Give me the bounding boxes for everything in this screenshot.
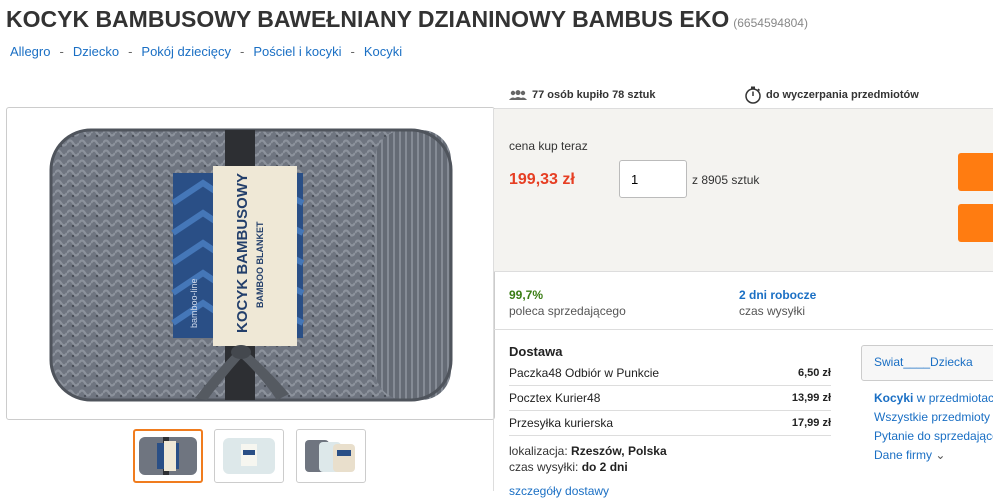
location-label: lokalizacja: <box>509 444 568 458</box>
shipping-time-label: czas wysyłki <box>739 304 806 318</box>
shipping-time: 2 dni robocze czas wysyłki <box>739 288 816 318</box>
thumbnail-image <box>223 438 275 474</box>
thumbnail-1[interactable] <box>133 429 203 483</box>
stock-stat: do wyczerpania przedmiotów <box>744 86 919 104</box>
breadcrumb-item-kocyki[interactable]: Kocyki <box>364 44 402 59</box>
add-to-cart-button[interactable] <box>958 204 993 242</box>
location-value: Rzeszów, Polska <box>571 444 667 458</box>
delivery-table: Paczka48 Odbiór w Punkcie 6,50 zł Pocztex… <box>509 361 831 436</box>
category-name: Kocyki <box>874 391 914 405</box>
table-row: Pocztex Kurier48 13,99 zł <box>509 385 831 411</box>
quantity-available: z 8905 sztuk <box>692 173 760 187</box>
seller-recommendation: 99,7% poleca sprzedającego <box>509 288 626 318</box>
chevron-down-icon: ⌄ <box>935 448 946 462</box>
company-data-link[interactable]: Dane firmy ⌄ <box>874 446 993 465</box>
breadcrumb-item-allegro[interactable]: Allegro <box>10 44 50 59</box>
divider <box>493 329 993 330</box>
delivery-option-price: 13,99 zł <box>764 385 831 411</box>
seller-links: Kocyki w przedmiotach Wszystkie przedmio… <box>874 389 993 465</box>
product-id: (6654594804) <box>733 16 808 30</box>
main-product-image[interactable]: KOCYK BAMBUSOWY BAMBOO BLANKET bamboo-li… <box>6 107 495 420</box>
thumbnail-3[interactable] <box>296 429 366 483</box>
divider <box>493 271 993 272</box>
dispatch-time-value: do 2 dni <box>581 460 628 474</box>
recommend-value: 99,7% <box>509 288 544 302</box>
quantity-input[interactable] <box>619 160 687 198</box>
product-title-text: KOCYK BAMBUSOWY BAWEŁNIANY DZIANINOWY BA… <box>6 6 730 32</box>
divider <box>493 109 494 491</box>
label-brand: bamboo-line <box>189 278 199 328</box>
stopwatch-icon <box>745 86 761 104</box>
delivery-header: Dostawa <box>509 344 563 359</box>
product-title: KOCYK BAMBUSOWY BAWEŁNIANY DZIANINOWY BA… <box>6 6 808 33</box>
category-rest: w przedmiotach <box>913 391 993 405</box>
shipping-time-value[interactable]: 2 dni robocze <box>739 288 816 302</box>
delivery-details-link[interactable]: szczegóły dostawy <box>509 484 609 498</box>
buy-now-button[interactable] <box>958 153 993 191</box>
delivery-option-name: Przesyłka kurierska <box>509 410 765 436</box>
recommend-label: poleca sprzedającego <box>509 304 626 318</box>
thumbnail-image <box>305 440 355 472</box>
price-label: cena kup teraz <box>509 139 588 153</box>
breadcrumb-item-posciel[interactable]: Pościel i kocyki <box>253 44 341 59</box>
buyers-stat: 77 osób kupiło 78 sztuk <box>509 89 655 101</box>
delivery-option-name: Pocztex Kurier48 <box>509 385 765 411</box>
users-icon <box>509 90 527 100</box>
thumbnail-image <box>139 437 197 475</box>
thumbnail-2[interactable] <box>214 429 284 483</box>
buy-panel <box>493 109 993 271</box>
breadcrumb: Allegro - Dziecko - Pokój dziecięcy - Pościel … <box>10 44 403 59</box>
company-data-label: Dane firmy <box>874 448 933 462</box>
category-items-link[interactable]: Kocyki w przedmiotach <box>874 389 993 408</box>
seller-name-button[interactable]: Swiat____Dziecka <box>861 345 993 381</box>
label-line2: BAMBOO BLANKET <box>255 221 265 308</box>
breadcrumb-item-dziecko[interactable]: Dziecko <box>73 44 119 59</box>
location-info: lokalizacja: Rzeszów, Polska czas wysyłk… <box>509 443 667 475</box>
delivery-option-name: Paczka48 Odbiór w Punkcie <box>509 361 765 386</box>
price-value: 199,33 zł <box>509 171 575 188</box>
dispatch-time-label: czas wysyłki: <box>509 460 579 474</box>
blanket-image: KOCYK BAMBUSOWY BAMBOO BLANKET bamboo-li… <box>49 128 453 402</box>
table-row: Przesyłka kurierska 17,99 zł <box>509 410 831 436</box>
breadcrumb-item-pokoj[interactable]: Pokój dziecięcy <box>141 44 231 59</box>
ask-seller-link[interactable]: Pytanie do sprzedającego <box>874 427 993 446</box>
all-items-link[interactable]: Wszystkie przedmioty <box>874 408 993 427</box>
table-row: Paczka48 Odbiór w Punkcie 6,50 zł <box>509 361 831 386</box>
buyers-text: 77 osób kupiło 78 sztuk <box>532 89 656 101</box>
delivery-option-price: 17,99 zł <box>764 410 831 436</box>
stock-text: do wyczerpania przedmiotów <box>766 89 919 101</box>
delivery-option-price: 6,50 zł <box>764 361 831 386</box>
label-line1: KOCYK BAMBUSOWY <box>234 173 251 333</box>
